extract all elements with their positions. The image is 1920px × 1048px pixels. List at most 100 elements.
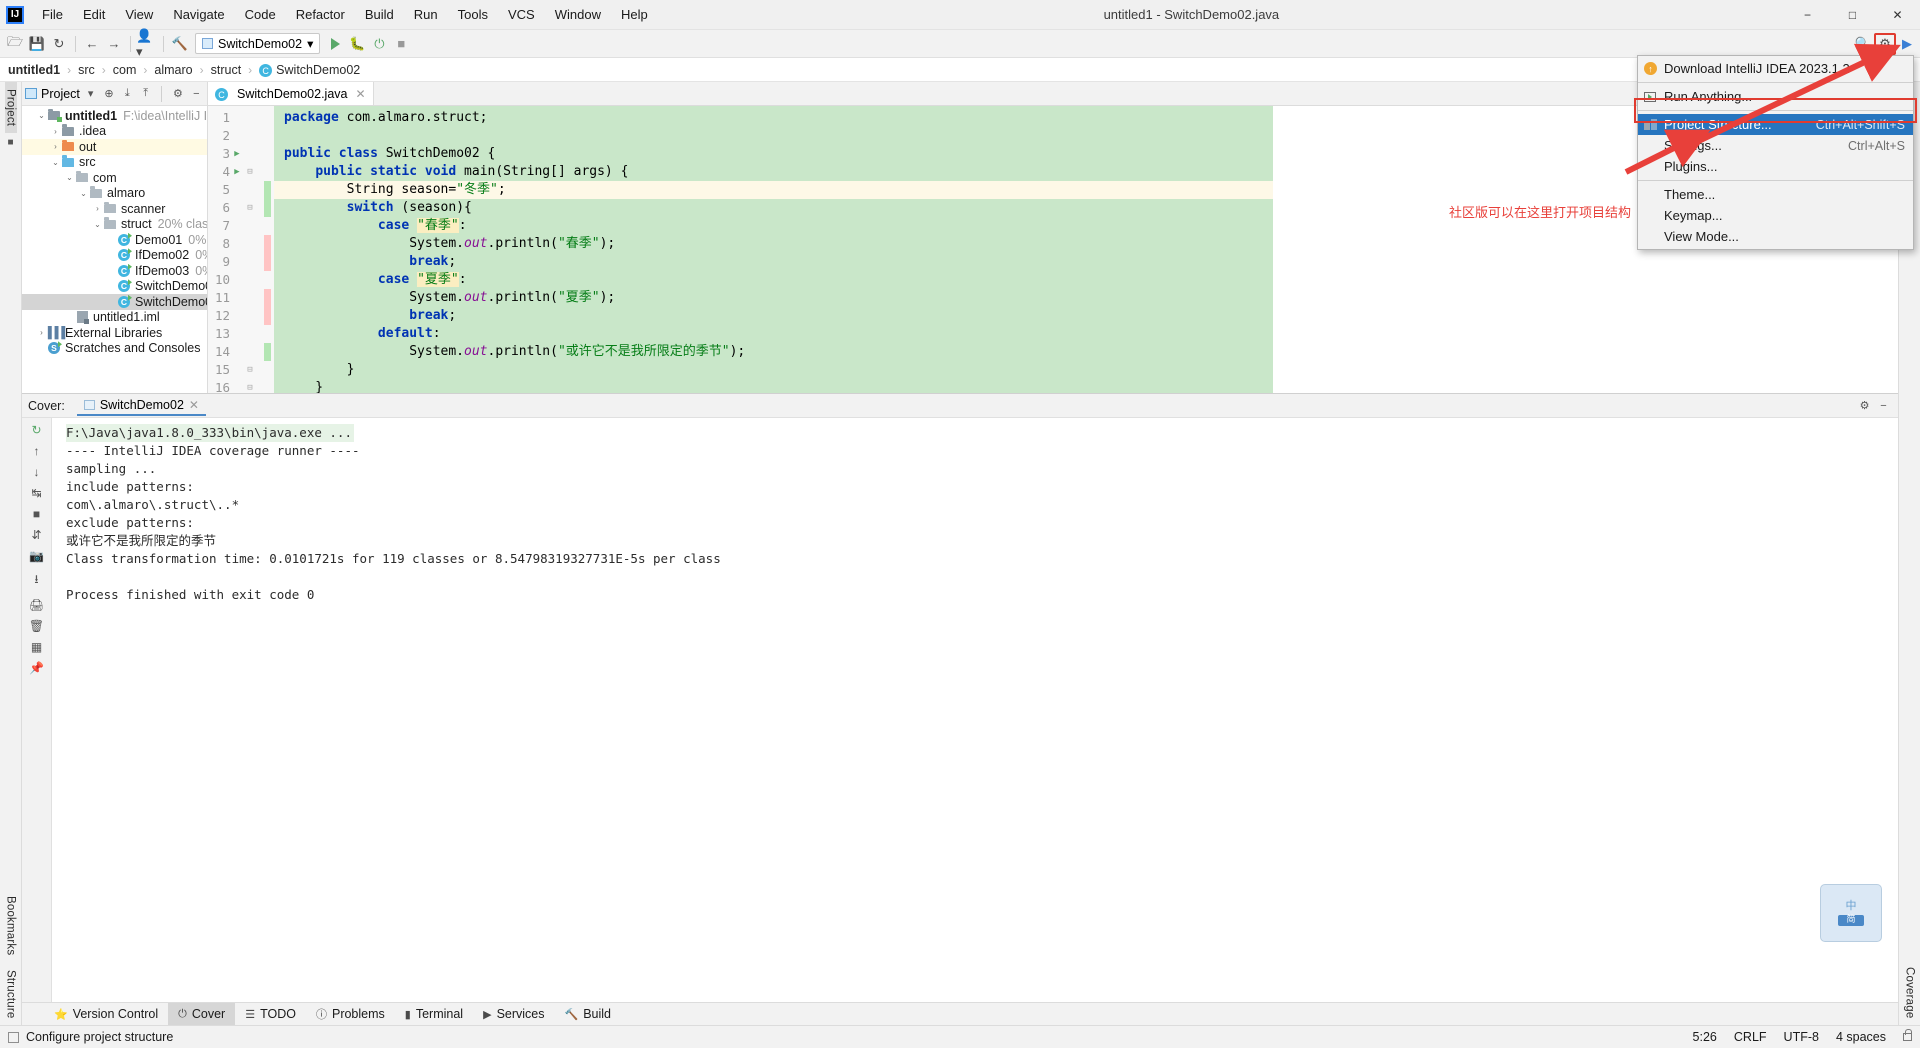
save-icon[interactable]: 💾 [26,33,48,55]
tree-node[interactable]: C Demo01 0% meth [22,232,207,248]
build-hammer-icon[interactable]: 🔨 [169,33,191,55]
tree-expand-arrow[interactable]: › [50,127,61,136]
close-button[interactable]: ✕ [1875,0,1920,30]
editor-gutter[interactable]: 123▶4▶⊟56⊟789101112131415⊟16⊟17 [208,106,274,393]
gutter-line[interactable]: 4 ▶ ⊟ [208,163,274,181]
sort-icon[interactable]: ⇵ [27,528,47,542]
breadcrumb-struct[interactable]: struct [211,63,242,77]
gutter-line[interactable]: 15 ⊟ [208,361,274,379]
tree-expand-arrow[interactable]: ⌄ [78,189,89,198]
breadcrumb-untitled1[interactable]: untitled1 [8,63,60,77]
settings-dropdown-menu[interactable]: ↑ Download IntelliJ IDEA 2023.1.2 Run Anyt… [1637,55,1914,250]
run-gutter-icon[interactable]: ▶ [230,163,244,181]
gutter-line[interactable]: 10 [208,271,274,289]
gutter-line[interactable]: 6 ⊟ [208,199,274,217]
menu-vcs[interactable]: VCS [498,3,545,26]
run-button[interactable] [324,33,346,55]
tree-node[interactable]: ⌄ com [22,170,207,186]
tree-node[interactable]: CSwitchDemo0109 [22,279,207,295]
gutter-line[interactable]: 16 ⊟ [208,379,274,393]
debug-button[interactable]: 🐛 [346,33,368,55]
gutter-line[interactable]: 7 [208,217,274,235]
sync-icon[interactable]: ↻ [48,33,70,55]
tool-window-services[interactable]: ▶ Services [473,1003,554,1025]
up-arrow-icon[interactable]: ↑ [27,444,47,458]
run-gutter-icon[interactable]: ▶ [230,145,244,163]
rail-project[interactable]: Project [4,82,17,134]
gutter-line[interactable]: 3 ▶ [208,145,274,163]
close-icon[interactable]: ✕ [355,87,365,101]
trash-icon[interactable]: 🗑 [27,619,47,633]
tree-node[interactable]: ⌄ untitled1 F:\idea\IntelliJ IDEA Co [22,108,207,124]
file-encoding[interactable]: UTF-8 [1784,1030,1819,1044]
tree-node[interactable]: › .idea [22,124,207,140]
search-icon[interactable]: 🔍 [1852,33,1874,55]
tree-expand-arrow[interactable]: ⌄ [36,111,47,120]
lock-icon[interactable] [1903,1029,1912,1041]
menu-view[interactable]: View [115,3,163,26]
gutter-line[interactable]: 2 [208,127,274,145]
tool-window-terminal[interactable]: ▮ Terminal [395,1003,473,1025]
run-with-coverage-button[interactable]: ⏻ [368,33,390,55]
stop-icon[interactable]: ■ [27,507,47,521]
menu-item-download-intellij-idea-2023-1-2[interactable]: ↑ Download IntelliJ IDEA 2023.1.2 [1638,58,1913,79]
menu-build[interactable]: Build [355,3,404,26]
rail-bookmarks[interactable]: Bookmarks [5,889,17,962]
back-icon[interactable]: ← [81,33,103,55]
camera-icon[interactable]: 📷 [27,549,47,563]
project-panel-title[interactable]: Project [25,87,80,101]
breadcrumb-almaro[interactable]: almaro [154,63,192,77]
tree-expand-arrow[interactable]: ⌄ [64,173,75,182]
tree-node[interactable]: › scanner [22,201,207,217]
menu-edit[interactable]: Edit [73,3,115,26]
tree-expand-arrow[interactable]: › [50,142,61,151]
soft-wrap-icon[interactable]: ↹ [27,486,47,500]
tree-node[interactable]: › ▐▐▐ External Libraries [22,325,207,341]
forward-icon[interactable]: → [103,33,125,55]
gutter-line[interactable]: 8 [208,235,274,253]
print-icon[interactable]: 🖨 [27,598,47,612]
coverage-tab[interactable]: SwitchDemo02 ✕ [76,396,206,416]
tree-expand-arrow[interactable]: › [92,204,103,213]
run-configuration-selector[interactable]: SwitchDemo02 ▾ [195,33,321,54]
menu-navigate[interactable]: Navigate [163,3,234,26]
fold-marker[interactable]: ⊟ [244,361,256,379]
down-arrow-icon[interactable]: ↓ [27,465,47,479]
tool-window-version-control[interactable]: ⭐ Version Control [44,1003,168,1025]
tree-node[interactable]: ⌄ struct 20% classes, 6 [22,217,207,233]
gutter-line[interactable]: 14 [208,343,274,361]
menu-item-run-anything[interactable]: Run Anything... [1638,86,1913,107]
chevron-down-icon[interactable]: ▾ [83,87,98,100]
menu-tools[interactable]: Tools [448,3,498,26]
run-arrow-icon[interactable]: ▶ [1896,33,1918,55]
menu-item-keymap[interactable]: Keymap... [1638,205,1913,226]
tree-node[interactable]: ⌄ src [22,155,207,171]
caret-position[interactable]: 5:26 [1693,1030,1717,1044]
menu-item-project-structure[interactable]: Project Structure... Ctrl+Alt+Shift+S [1638,114,1913,135]
tool-window-cover[interactable]: ⏻ Cover [168,1003,236,1025]
maximize-button[interactable]: □ [1830,0,1875,30]
gear-icon[interactable]: ⚙ [1874,32,1896,55]
tree-expand-arrow[interactable]: ⌄ [50,158,61,167]
export-icon[interactable]: ⭳ [27,570,47,591]
tool-window-build[interactable]: 🔨 Build [555,1003,622,1025]
locate-icon[interactable]: ⊕ [101,87,116,100]
tree-node[interactable]: untitled1.iml [22,310,207,326]
close-icon[interactable]: ✕ [189,398,199,412]
expand-all-icon[interactable]: ⤓ [120,87,135,100]
tree-node[interactable]: S Scratches and Consoles [22,341,207,357]
gutter-line[interactable]: 11 [208,289,274,307]
gear-icon[interactable]: ⚙ [170,87,185,100]
minimize-button[interactable]: − [1785,0,1830,30]
grid-icon[interactable]: ▦ [27,640,47,654]
gear-icon[interactable]: ⚙ [1856,399,1873,412]
tree-node[interactable]: C IfDemo03 0% me [22,263,207,279]
menu-item-settings[interactable]: Settings... Ctrl+Alt+S [1638,135,1913,156]
collapse-all-icon[interactable]: ⤒ [138,87,153,100]
breadcrumb-file[interactable]: SwitchDemo02 [276,63,360,77]
breadcrumb-src[interactable]: src [78,63,95,77]
tree-node[interactable]: C IfDemo02 0% me [22,248,207,264]
run-console[interactable]: F:\Java\java1.8.0_333\bin\java.exe ... --… [52,418,1898,1002]
rail-structure[interactable]: Structure [5,963,17,1025]
tool-window-todo[interactable]: ☰ TODO [235,1003,306,1025]
